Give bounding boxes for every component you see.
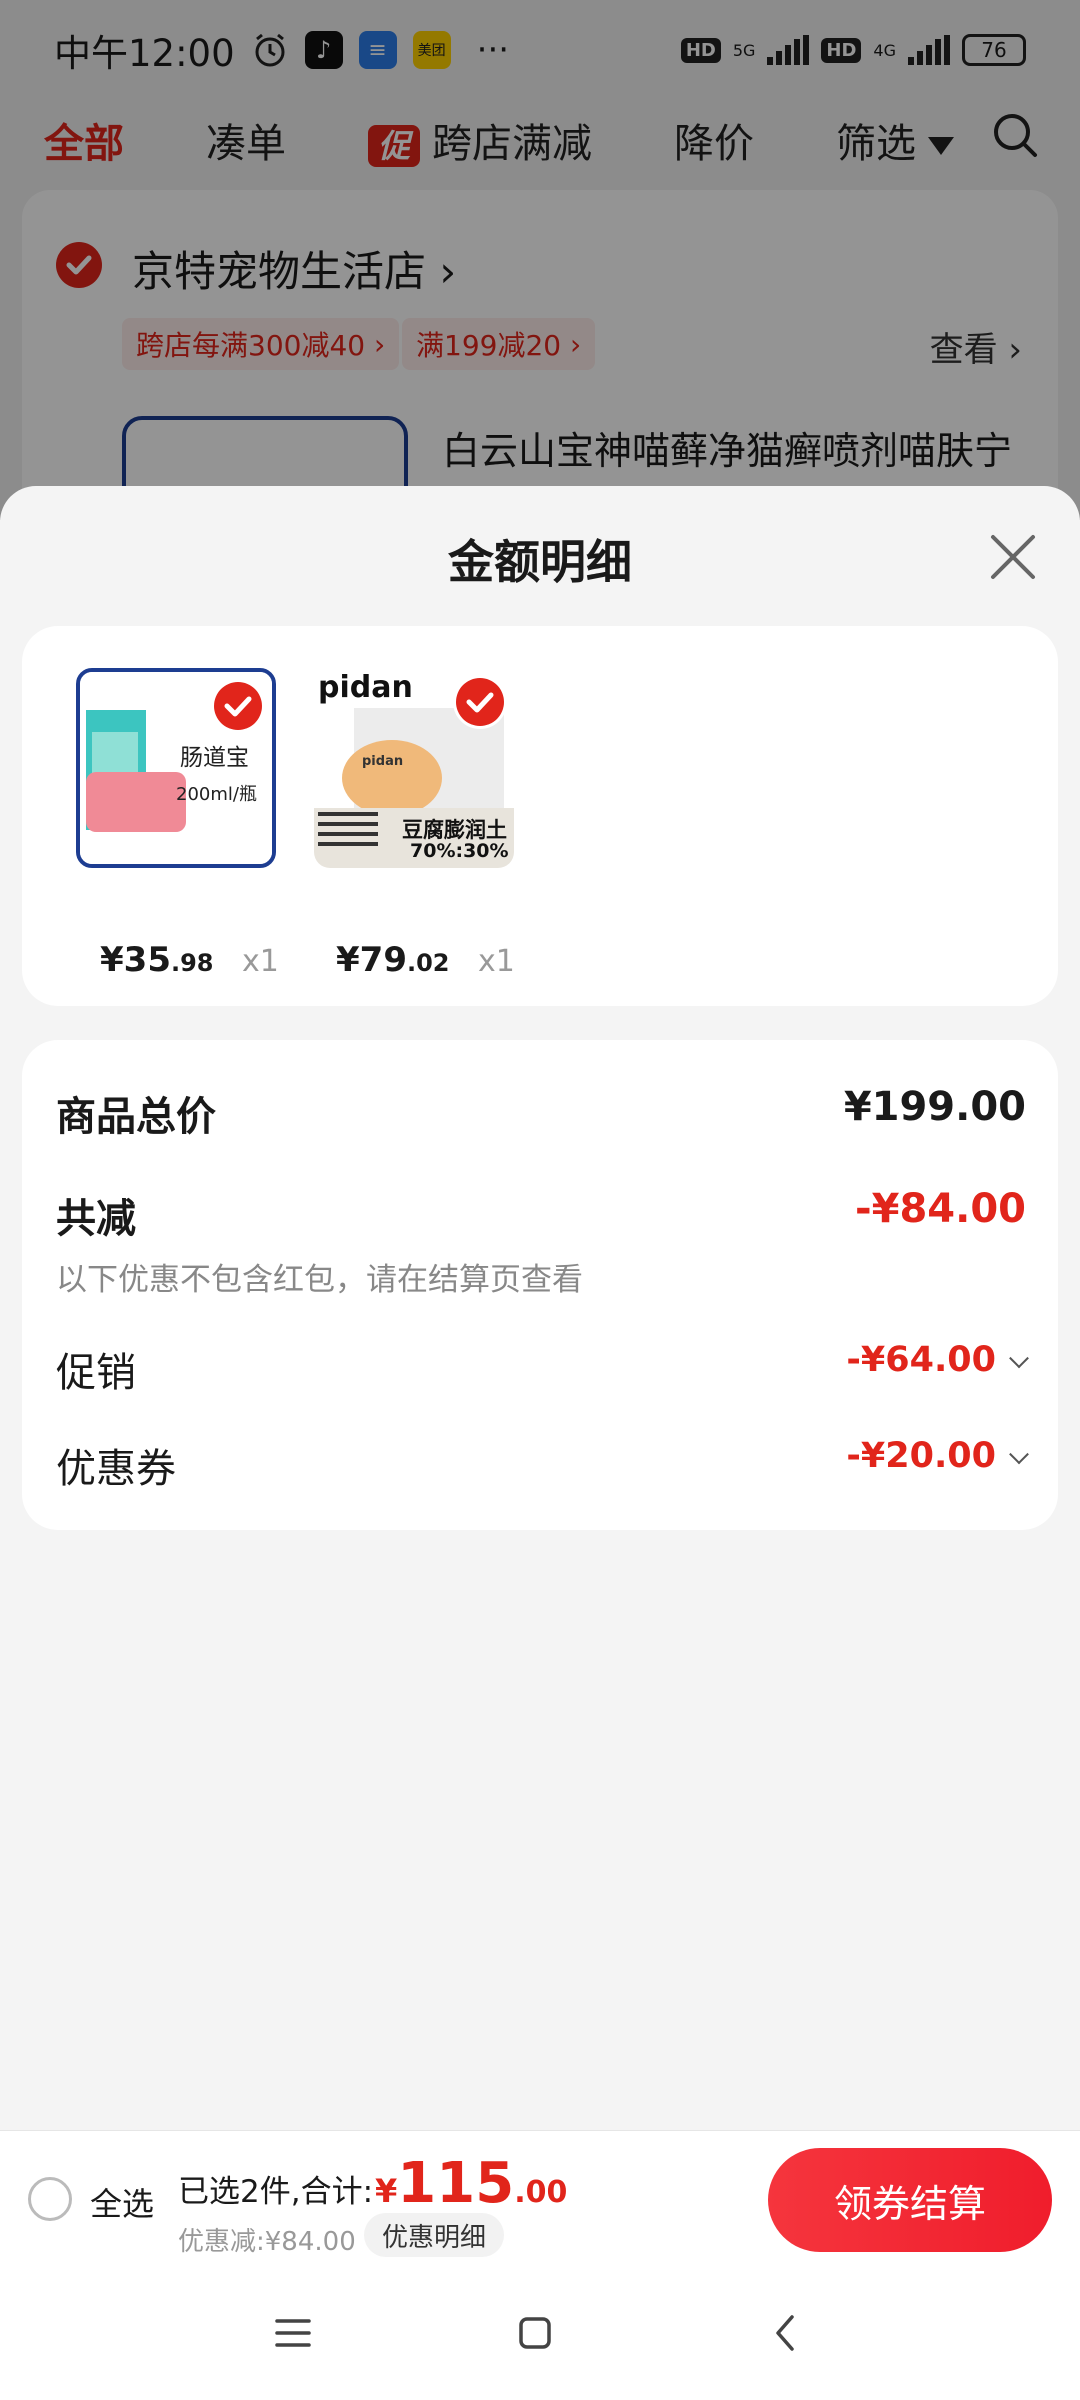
brand-logo-small: pidan — [362, 754, 404, 769]
select-all-label[interactable]: 全选 — [90, 2179, 154, 2225]
menu-icon[interactable] — [258, 2298, 328, 2368]
amount-detail-sheet: 金额明细 肠道宝 200ml/瓶 ¥35.98 x1 pidan pidan 豆… — [0, 486, 1080, 2130]
total-decimal: .00 — [514, 2175, 568, 2210]
thumb-title: 肠道宝 — [180, 745, 249, 771]
thumb-subtitle: 200ml/瓶 — [176, 784, 257, 805]
item-price: ¥79.02 — [336, 940, 450, 980]
reduce-value: -¥84.00 — [855, 1186, 1026, 1232]
chevron-down-icon — [1009, 1348, 1029, 1369]
item-qty: x1 — [242, 944, 279, 979]
discount-text: 优惠减:¥84.00 — [178, 2227, 356, 2257]
select-all-radio[interactable] — [28, 2177, 72, 2221]
modal-overlay[interactable] — [0, 0, 1080, 520]
back-chevron-icon[interactable] — [750, 2298, 820, 2368]
checkout-button[interactable]: 领券结算 — [768, 2148, 1052, 2252]
price-dec: .02 — [406, 949, 450, 977]
discount-detail-button[interactable]: 优惠明细 — [364, 2213, 505, 2257]
brand-logo: pidan — [318, 670, 413, 705]
total-label: 商品总价 — [56, 1094, 216, 1140]
items-card: 肠道宝 200ml/瓶 ¥35.98 x1 pidan pidan 豆腐膨润土 … — [22, 626, 1058, 1006]
promo-value: -¥64.00 — [846, 1340, 996, 1380]
coupon-row-toggle[interactable]: -¥20.00 — [846, 1436, 1029, 1476]
check-icon[interactable] — [456, 678, 504, 726]
check-icon[interactable] — [214, 682, 262, 730]
checkout-bar: 全选 已选2件,合计: ¥ 115 .00 优惠减:¥84.00 优惠明细 领券… — [0, 2130, 1080, 2268]
system-nav-bar — [0, 2268, 1080, 2400]
chevron-down-icon — [1009, 1444, 1029, 1465]
summary-card: 商品总价 ¥199.00 共减 -¥84.00 以下优惠不包含红包，请在结算页查… — [22, 1040, 1058, 1530]
price-int: ¥35 — [100, 940, 171, 980]
selected-summary: 已选2件,合计: ¥ 115 .00 — [178, 2151, 567, 2216]
total-integer: 115 — [397, 2151, 515, 2216]
price-dec: .98 — [170, 949, 214, 977]
list-item[interactable]: 肠道宝 200ml/瓶 ¥35.98 x1 — [76, 668, 279, 980]
sheet-title: 金额明细 — [448, 535, 632, 589]
coupon-label: 优惠券 — [56, 1446, 176, 1492]
home-square-icon[interactable] — [500, 2298, 570, 2368]
product-thumbnail: 肠道宝 200ml/瓶 — [76, 668, 276, 868]
selected-text: 已选2件,合计: — [178, 2174, 374, 2210]
list-item[interactable]: pidan pidan 豆腐膨润土 70%:30% ¥79.02 x1 — [314, 668, 515, 980]
price-int: ¥79 — [336, 940, 407, 980]
discount-note: 以下优惠不包含红包，请在结算页查看 — [56, 1262, 583, 1298]
item-qty: x1 — [478, 944, 515, 979]
promo-label: 促销 — [56, 1350, 136, 1396]
reduce-label: 共减 — [56, 1196, 136, 1242]
total-currency: ¥ — [375, 2172, 398, 2210]
product-thumbnail: pidan pidan 豆腐膨润土 70%:30% — [314, 668, 514, 868]
promo-row-toggle[interactable]: -¥64.00 — [846, 1340, 1029, 1380]
thumb-subtitle: 70%:30% — [410, 840, 509, 862]
total-value: ¥199.00 — [843, 1084, 1026, 1130]
item-price: ¥35.98 — [100, 940, 214, 980]
close-icon[interactable] — [988, 532, 1038, 582]
coupon-value: -¥20.00 — [846, 1436, 996, 1476]
